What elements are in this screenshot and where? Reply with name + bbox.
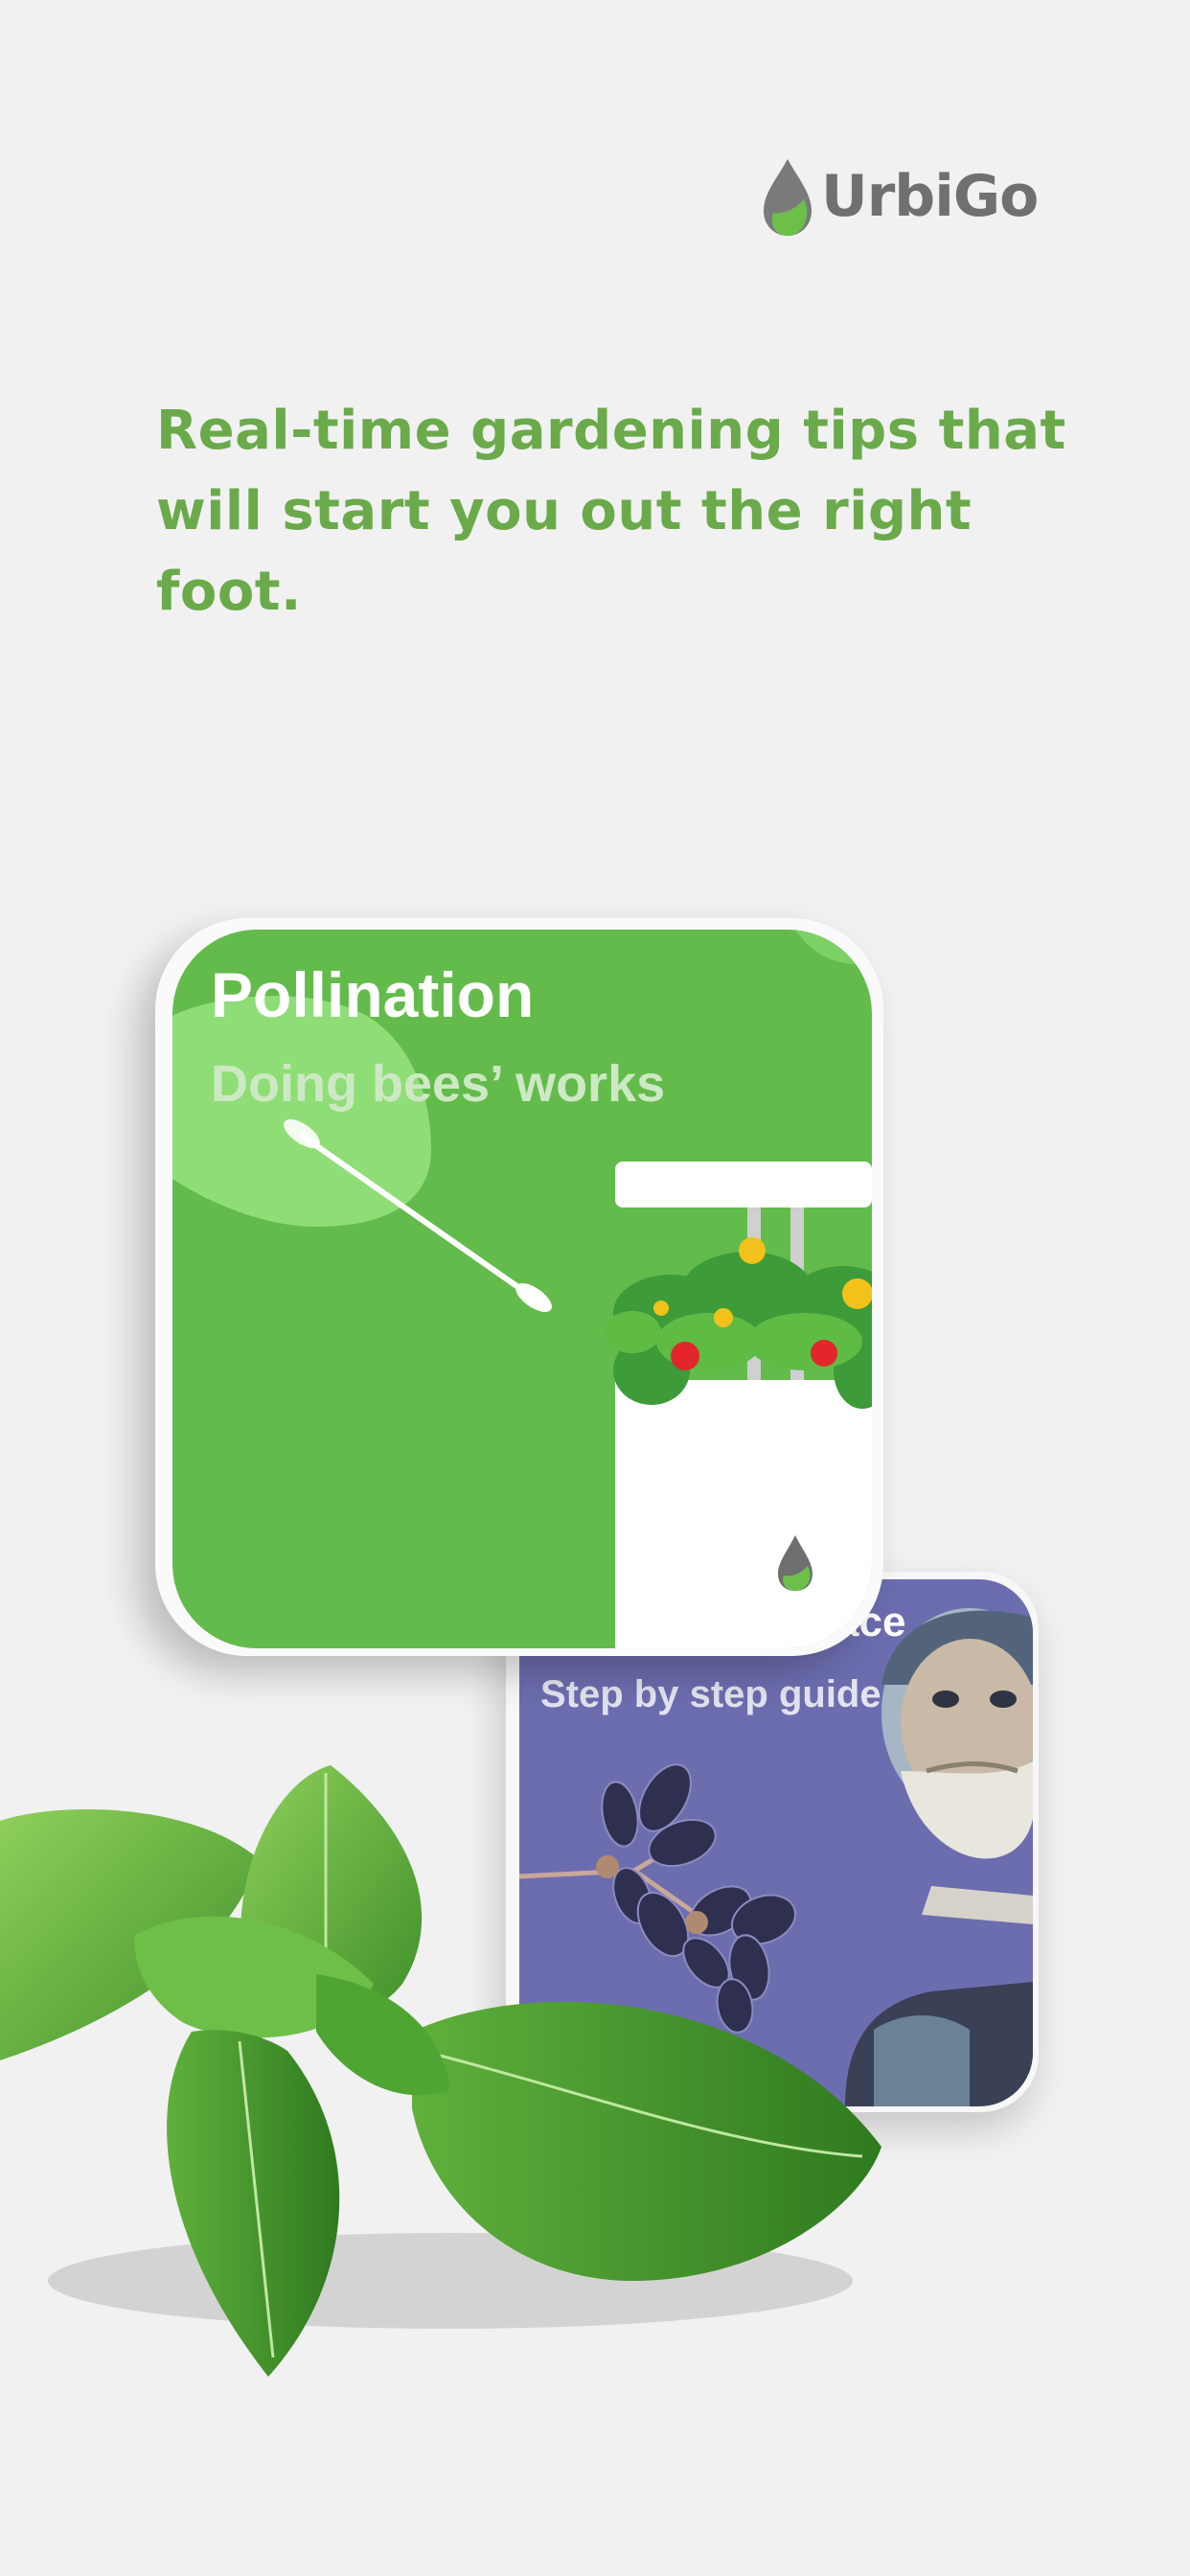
- planter-drop-icon: [778, 1535, 812, 1591]
- guide-card-subtitle: Step by step guide: [540, 1673, 881, 1715]
- headline-line-1: Real-time gardening tips that: [156, 400, 1066, 462]
- brand-name: UrbiGo: [821, 163, 1039, 230]
- page-headline: Real-time gardening tips that will start…: [156, 391, 1076, 632]
- brand-logo: UrbiGo: [762, 153, 1040, 240]
- leaf-drop-icon: [764, 159, 812, 236]
- planter-illustration: [604, 1162, 872, 1648]
- pollination-card-art: [172, 930, 872, 1648]
- pollination-card[interactable]: Pollination Doing bees’ works: [155, 918, 883, 1656]
- headline-line-2: will start you out the right foot.: [156, 480, 973, 623]
- basil-leaves-image: [0, 1765, 881, 2377]
- pollination-card-title: Pollination: [211, 959, 535, 1030]
- pollination-card-subtitle: Doing bees’ works: [211, 1055, 666, 1113]
